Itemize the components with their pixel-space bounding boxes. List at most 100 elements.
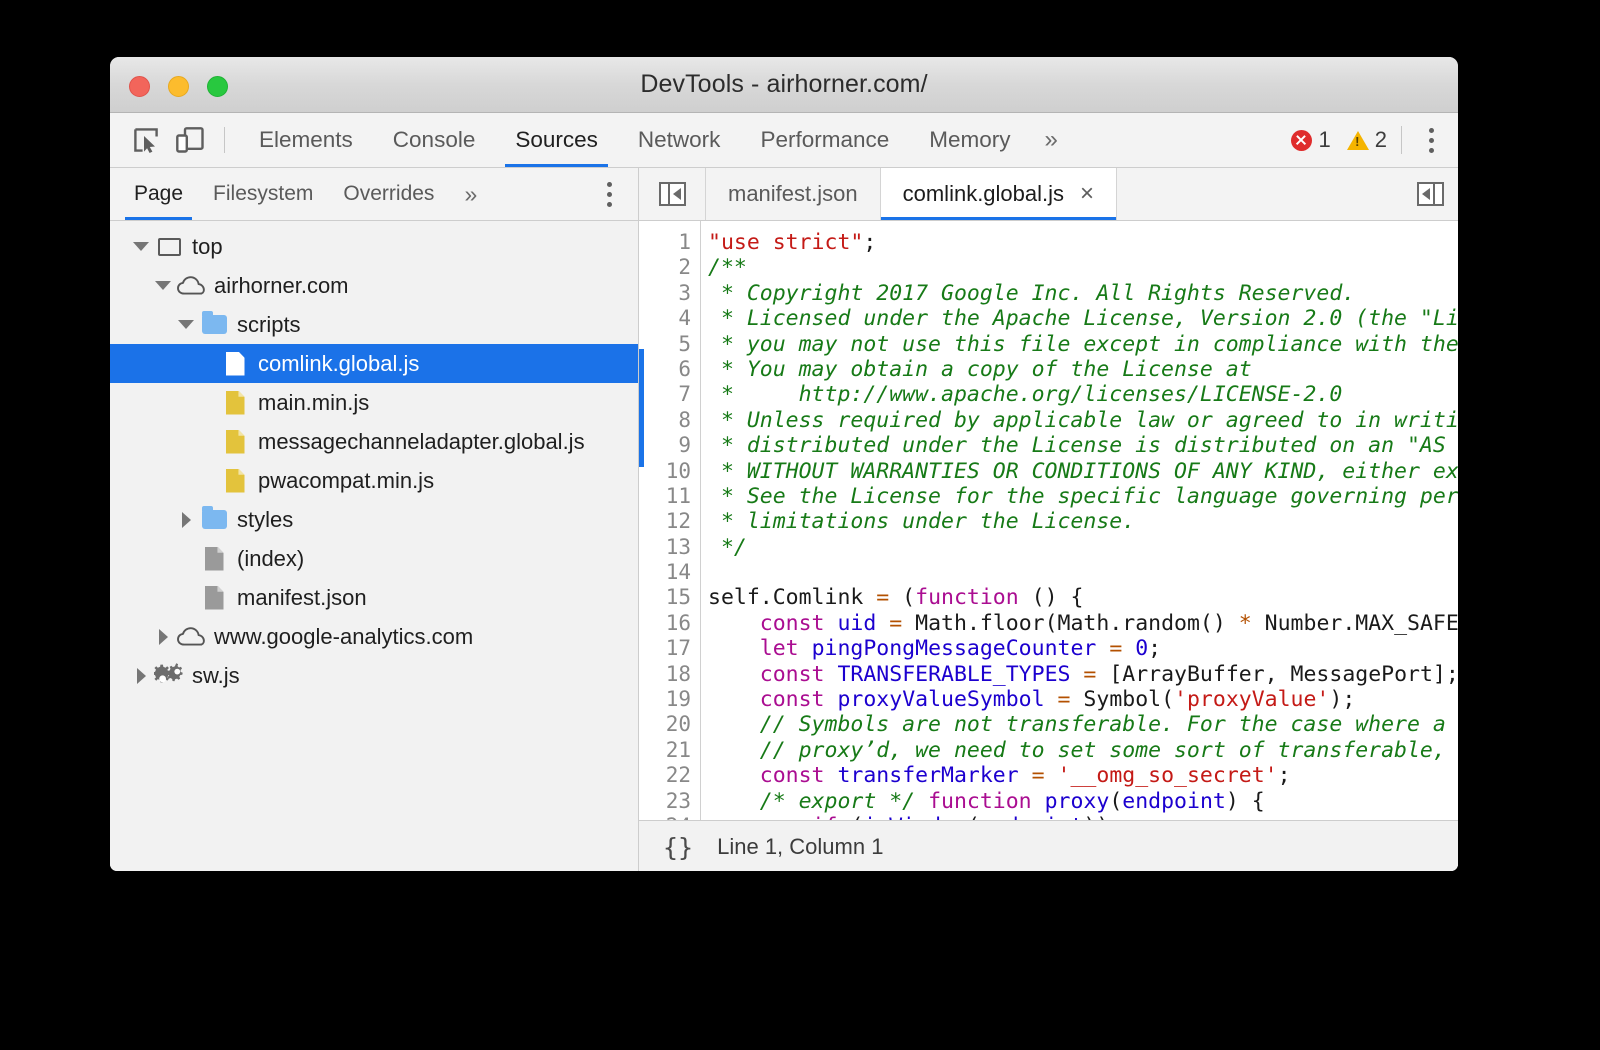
code-token: ; <box>1148 636 1161 661</box>
file-js-icon <box>220 352 250 376</box>
inspect-element-icon[interactable] <box>124 118 168 162</box>
code-content[interactable]: "use strict";/** * Copyright 2017 Google… <box>701 221 1458 820</box>
close-icon[interactable]: × <box>1080 182 1094 206</box>
chevron-right-icon[interactable] <box>150 629 176 645</box>
code-token <box>708 789 760 814</box>
file-tree: top airhorner.com scripts <box>110 221 638 871</box>
tree-item-label: scripts <box>237 314 301 336</box>
code-token: endpoint <box>1122 789 1226 814</box>
tree-item-label: www.google-analytics.com <box>214 626 473 648</box>
file-doc-icon <box>199 547 229 571</box>
tree-item-label: (index) <box>237 548 304 570</box>
tab-elements[interactable]: Elements <box>239 113 373 167</box>
toolbar-divider-right <box>1401 126 1402 154</box>
tree-item-messagechanneladapter-global-js[interactable]: messagechanneladapter.global.js <box>110 422 638 461</box>
tab-performance[interactable]: Performance <box>740 113 909 167</box>
code-token <box>708 814 812 820</box>
nav-tab-page[interactable]: Page <box>119 168 198 220</box>
editor-panel: manifest.json comlink.global.js × 123456… <box>639 168 1458 871</box>
code-token: /* export */ <box>760 789 915 814</box>
code-token: * See the License for the specific langu… <box>708 484 1458 509</box>
code-token: ); <box>1329 687 1355 712</box>
editor-tab-comlink-global-js[interactable]: comlink.global.js × <box>881 168 1117 220</box>
code-editor[interactable]: 123456789101112131415161718192021222324 … <box>639 221 1458 820</box>
more-nav-tabs-icon[interactable]: » <box>449 168 492 220</box>
chevron-right-icon[interactable] <box>128 668 154 684</box>
tab-console[interactable]: Console <box>373 113 496 167</box>
kebab-menu-icon[interactable] <box>594 177 624 211</box>
tree-item-index[interactable]: (index) <box>110 539 638 578</box>
tree-item-top[interactable]: top <box>110 227 638 266</box>
tree-item-airhorner[interactable]: airhorner.com <box>110 266 638 305</box>
code-token: ( <box>889 585 915 610</box>
panel-collapse-glyph <box>659 182 686 206</box>
tree-item-styles[interactable]: styles <box>110 500 638 539</box>
code-token <box>708 712 760 737</box>
line-number: 17 <box>639 636 700 661</box>
tab-memory[interactable]: Memory <box>909 113 1030 167</box>
code-line: const proxyValueSymbol = Symbol('proxyVa… <box>708 687 1458 712</box>
code-token: ; <box>863 230 876 255</box>
code-token: uid <box>837 611 876 636</box>
editor-tab-label: manifest.json <box>728 181 858 207</box>
devtools-window: DevTools - airhorner.com/ Elements C <box>110 57 1458 871</box>
tree-item-sw-js[interactable]: sw.js <box>110 656 638 695</box>
code-token: const <box>760 687 825 712</box>
navigator-panel: Page Filesystem Overrides » top <box>110 168 639 871</box>
code-token <box>825 687 838 712</box>
code-line: let pingPongMessageCounter = 0; <box>708 636 1458 661</box>
chevron-right-icon[interactable] <box>173 512 199 528</box>
nav-tab-overrides[interactable]: Overrides <box>328 168 449 220</box>
nav-tab-filesystem[interactable]: Filesystem <box>198 168 328 220</box>
warning-icon <box>1347 131 1369 150</box>
warning-count-badge[interactable]: 2 <box>1347 127 1387 153</box>
error-count-badge[interactable]: 1 <box>1291 127 1331 153</box>
tree-item-manifest-json[interactable]: manifest.json <box>110 578 638 617</box>
editor-scroll-indicator[interactable] <box>639 349 644 467</box>
folder-icon <box>199 315 229 334</box>
collapse-navigator-icon[interactable] <box>639 168 706 220</box>
line-number: 7 <box>639 382 700 407</box>
more-panels-icon[interactable]: » <box>1031 113 1072 167</box>
code-token <box>1096 636 1109 661</box>
tree-item-main-min-js[interactable]: main.min.js <box>110 383 638 422</box>
tab-network[interactable]: Network <box>618 113 741 167</box>
tree-item-label: main.min.js <box>258 392 369 414</box>
tree-item-pwacompat-min-js[interactable]: pwacompat.min.js <box>110 461 638 500</box>
code-token <box>1045 687 1058 712</box>
code-token: const <box>760 763 825 788</box>
line-number: 23 <box>639 789 700 814</box>
chevron-down-icon[interactable] <box>150 281 176 290</box>
code-token: "use strict" <box>708 230 863 255</box>
code-token: )) <box>1083 814 1109 820</box>
code-token <box>1122 636 1135 661</box>
code-token <box>915 789 928 814</box>
editor-tab-manifest-json[interactable]: manifest.json <box>706 168 881 220</box>
code-token: = <box>1032 763 1045 788</box>
chevron-down-icon[interactable] <box>173 320 199 329</box>
gears-icon <box>154 662 184 689</box>
code-line: self.Comlink = (function () { <box>708 585 1458 610</box>
code-token: * limitations under the License. <box>708 509 1135 534</box>
code-token: Math.floor(Math.random() <box>902 611 1239 636</box>
tree-item-comlink-global-js[interactable]: comlink.global.js <box>110 344 638 383</box>
code-line: * Unless required by applicable law or a… <box>708 408 1458 433</box>
tree-item-google-analytics[interactable]: www.google-analytics.com <box>110 617 638 656</box>
tab-sources[interactable]: Sources <box>495 113 618 167</box>
code-token: // Symbols are not transferable. For the… <box>760 712 1446 737</box>
code-line: // Symbols are not transferable. For the… <box>708 712 1458 737</box>
code-token: proxyValueSymbol <box>837 687 1044 712</box>
kebab-menu-icon[interactable] <box>1416 123 1446 157</box>
format-code-button[interactable]: {} <box>663 833 693 862</box>
toolbar-icon-group <box>110 118 239 162</box>
code-token: TRANSFERABLE_TYPES <box>837 662 1070 687</box>
code-token: [ArrayBuffer, MessagePort]; <box>1096 662 1458 687</box>
tree-item-scripts[interactable]: scripts <box>110 305 638 344</box>
show-sidebar-icon[interactable] <box>1417 182 1444 206</box>
code-token: ; <box>1278 763 1291 788</box>
toolbar-divider <box>224 127 225 153</box>
code-token: pingPongMessageCounter <box>812 636 1097 661</box>
code-line: * you may not use this file except in co… <box>708 332 1458 357</box>
device-toolbar-icon[interactable] <box>168 118 212 162</box>
chevron-down-icon[interactable] <box>128 242 154 251</box>
